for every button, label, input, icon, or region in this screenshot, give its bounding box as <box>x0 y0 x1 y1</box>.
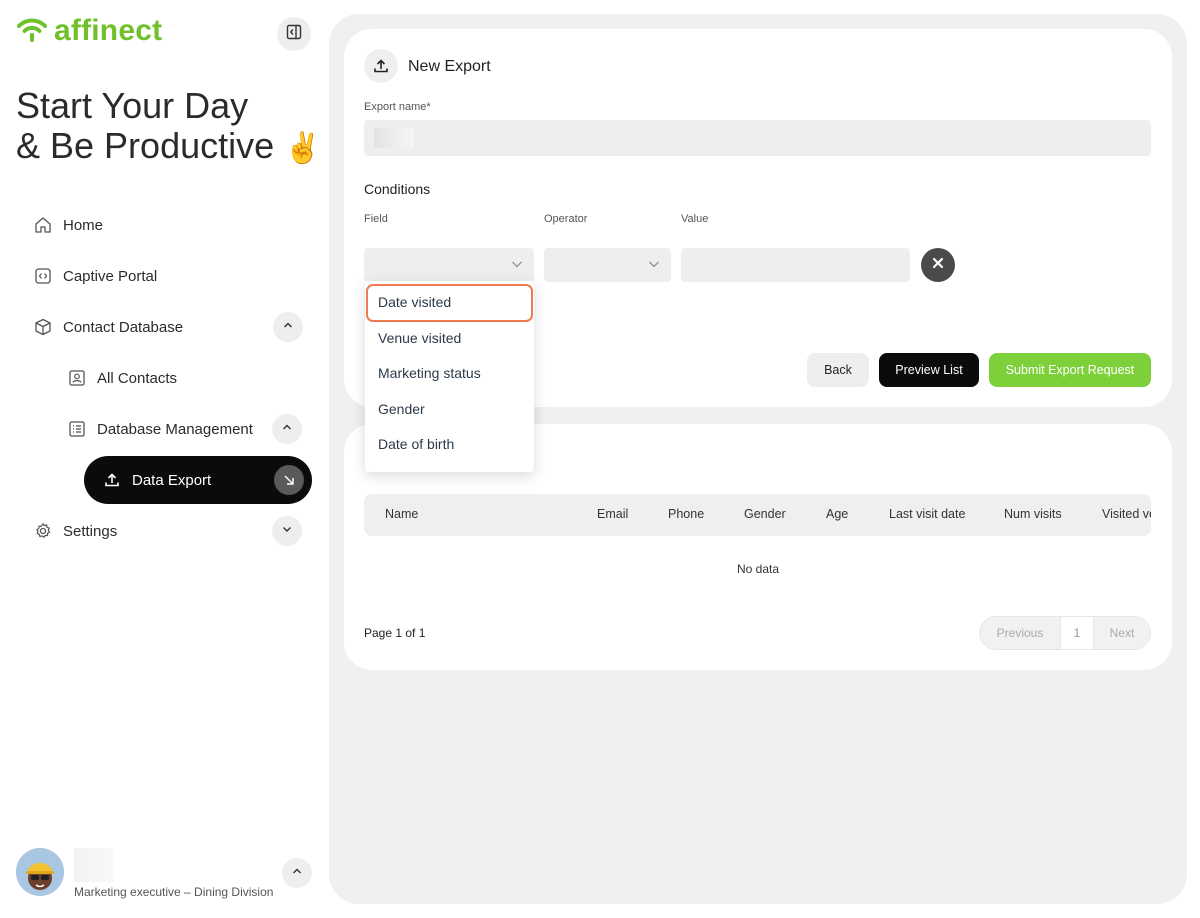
chevron-up-icon <box>282 318 294 336</box>
column-header: Email <box>597 507 629 521</box>
column-header: Gender <box>744 507 786 521</box>
preview-list-button[interactable]: Preview List <box>879 353 979 387</box>
column-header: Num visits <box>1004 507 1062 521</box>
headline-line-1: Start Your Day <box>16 85 249 126</box>
column-header: Last visit date <box>889 507 966 521</box>
sidebar-item-captive-portal[interactable]: Captive Portal <box>33 266 157 286</box>
sidebar-item-label: Captive Portal <box>63 267 158 285</box>
export-name-field[interactable] <box>364 120 1151 156</box>
table-header-row: Name Email Phone Gender Age Last visit d… <box>364 494 1151 536</box>
brand-logo[interactable]: affinect <box>16 14 162 48</box>
back-button[interactable]: Back <box>807 353 869 387</box>
operator-label: Operator <box>544 213 588 225</box>
column-header: Age <box>826 507 849 521</box>
collapse-sidebar-button[interactable] <box>277 17 311 51</box>
export-name-value-redacted <box>374 128 414 148</box>
sidebar-item-all-contacts[interactable]: All Contacts <box>67 368 177 388</box>
pagination: Previous 1 Next <box>979 616 1151 650</box>
contact-card-icon <box>67 368 87 388</box>
empty-state-text: No data <box>736 562 780 576</box>
field-label: Field <box>364 213 388 225</box>
gear-icon <box>33 521 53 541</box>
value-input[interactable] <box>681 248 910 282</box>
code-window-icon <box>33 266 53 286</box>
conditions-heading: Conditions <box>364 181 431 197</box>
sidebar-item-label: Home <box>63 216 104 234</box>
chevron-up-icon <box>281 420 293 438</box>
chevron-down-icon <box>510 257 524 276</box>
settings-toggle-button[interactable] <box>272 516 302 546</box>
chevron-down-icon <box>647 257 661 276</box>
submit-export-request-button[interactable]: Submit Export Request <box>989 353 1151 387</box>
sidebar-item-label: Data Export <box>132 471 212 489</box>
export-name-label: Export name* <box>364 101 431 113</box>
user-role: Marketing executive – Dining Division <box>74 885 274 899</box>
sidebar-item-label: Contact Database <box>63 318 184 336</box>
field-dropdown-menu: Date visited Venue visited Marketing sta… <box>365 281 534 472</box>
page-info: Page 1 of 1 <box>364 626 426 640</box>
upload-icon <box>104 472 120 488</box>
previous-page-button[interactable]: Previous <box>980 617 1060 649</box>
database-management-toggle-button[interactable] <box>272 414 302 444</box>
page-headline: Start Your Day & Be Productive ✌️ <box>16 86 322 169</box>
operator-select[interactable] <box>544 248 671 282</box>
column-header: Name <box>385 507 419 521</box>
field-select[interactable] <box>364 248 534 282</box>
dropdown-option-marketing-status[interactable]: Marketing status <box>378 365 481 381</box>
headline-line-2-text: & Be Productive <box>16 125 275 166</box>
upload-icon <box>364 49 398 83</box>
remove-condition-button[interactable] <box>921 248 955 282</box>
card-title: New Export <box>408 58 491 75</box>
chevron-up-icon <box>291 864 303 882</box>
sidebar: affinect Start Your Day & Be Productive … <box>0 0 328 918</box>
cube-icon <box>33 317 53 337</box>
user-menu-toggle-button[interactable] <box>282 858 312 888</box>
home-icon <box>33 215 53 235</box>
user-name-redacted <box>74 848 114 882</box>
close-icon <box>932 256 944 274</box>
list-window-icon <box>67 419 87 439</box>
sidebar-item-label: Database Management <box>97 420 253 438</box>
sidebar-item-home[interactable]: Home <box>33 215 103 235</box>
sidebar-item-database-management[interactable]: Database Management <box>67 419 253 439</box>
wifi-icon <box>16 15 48 48</box>
chevron-down-icon <box>281 522 293 540</box>
brand-name: affinect <box>54 14 163 47</box>
sidebar-item-data-export[interactable]: Data Export <box>84 456 312 504</box>
value-label: Value <box>681 213 709 225</box>
column-header: Phone <box>668 507 705 521</box>
dropdown-option-venue-visited[interactable]: Venue visited <box>378 330 461 346</box>
sidebar-item-label: All Contacts <box>97 369 178 387</box>
sidebar-item-contact-database[interactable]: Contact Database <box>33 317 183 337</box>
dropdown-option-gender[interactable]: Gender <box>378 401 425 417</box>
sidebar-item-label: Settings <box>63 522 118 540</box>
victory-hand-emoji: ✌️ <box>284 132 322 165</box>
arrow-down-right-icon <box>274 465 304 495</box>
page-number-button[interactable]: 1 <box>1060 617 1094 649</box>
sidebar-collapse-icon <box>286 24 302 45</box>
avatar <box>16 848 64 896</box>
dropdown-option-date-visited[interactable]: Date visited <box>378 294 451 310</box>
column-header: Visited ve <box>1102 507 1151 521</box>
contact-database-toggle-button[interactable] <box>273 312 303 342</box>
headline-line-2: & Be Productive ✌️ <box>16 126 322 169</box>
dropdown-option-date-of-birth[interactable]: Date of birth <box>378 436 454 452</box>
sidebar-item-settings[interactable]: Settings <box>33 521 117 541</box>
next-page-button[interactable]: Next <box>1094 617 1150 649</box>
